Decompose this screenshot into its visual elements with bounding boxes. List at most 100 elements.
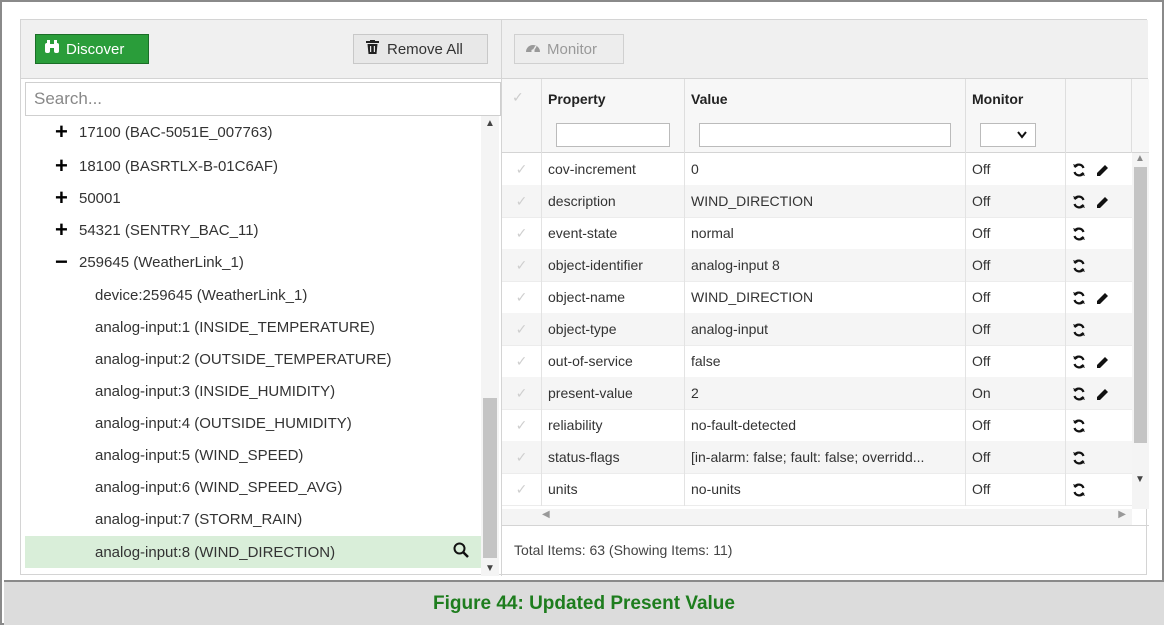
refresh-icon[interactable] xyxy=(1072,353,1086,370)
tree-object-item[interactable]: analog-input:1 (INSIDE_TEMPERATURE) xyxy=(25,311,481,343)
row-actions xyxy=(1066,345,1132,378)
monitor-cell: On xyxy=(966,377,1066,410)
monitor-button[interactable]: Monitor xyxy=(514,34,624,64)
scroll-up-icon[interactable]: ▲ xyxy=(1135,153,1145,164)
pencil-icon[interactable] xyxy=(1096,289,1109,306)
monitor-filter-select[interactable] xyxy=(980,123,1036,147)
table-row[interactable]: ✓ present-value 2 On xyxy=(502,377,1132,410)
row-check-icon[interactable]: ✓ xyxy=(502,313,542,346)
table-row[interactable]: ✓ status-flags [in-alarm: false; fault: fa… xyxy=(502,441,1132,474)
monitor-cell: Off xyxy=(966,217,1066,250)
scroll-down-icon[interactable]: ▼ xyxy=(485,563,495,574)
monitor-cell: Off xyxy=(966,185,1066,218)
discover-button[interactable]: Discover xyxy=(35,34,149,64)
scroll-up-icon[interactable]: ▲ xyxy=(485,118,495,129)
tree-object-item[interactable]: device:259645 (WeatherLink_1) xyxy=(25,279,481,311)
tree-object-item[interactable]: analog-input:6 (WIND_SPEED_AVG) xyxy=(25,471,481,503)
refresh-icon[interactable] xyxy=(1072,193,1086,210)
tree-object-item[interactable]: analog-input:2 (OUTSIDE_TEMPERATURE) xyxy=(25,343,481,375)
tree-device-item[interactable]: + 50001 xyxy=(25,182,481,214)
table-row[interactable]: ✓ event-state normal Off xyxy=(502,217,1132,250)
refresh-icon[interactable] xyxy=(1072,321,1086,338)
header-monitor-label: Monitor xyxy=(972,91,1024,107)
tree-object-item[interactable]: analog-input:5 (WIND_SPEED) xyxy=(25,439,481,471)
expand-plus-icon[interactable]: + xyxy=(55,155,75,177)
row-check-icon[interactable]: ✓ xyxy=(502,409,542,442)
device-toolbar: Discover Remove All xyxy=(21,20,501,79)
grid-vertical-scrollbar[interactable]: ▲ ▼ xyxy=(1132,153,1149,509)
tree-device-label: 50001 xyxy=(79,189,121,207)
value-cell: 2 xyxy=(685,377,966,410)
refresh-icon[interactable] xyxy=(1072,225,1086,242)
grid-footer: Total Items: 63 (Showing Items: 11) xyxy=(502,525,1149,576)
scroll-thumb[interactable] xyxy=(483,398,497,558)
refresh-icon[interactable] xyxy=(1072,161,1086,178)
row-check-icon[interactable]: ✓ xyxy=(502,249,542,282)
monitor-cell: Off xyxy=(966,441,1066,474)
refresh-icon[interactable] xyxy=(1072,289,1086,306)
table-row[interactable]: ✓ object-identifier analog-input 8 Off xyxy=(502,249,1132,282)
table-row[interactable]: ✓ object-name WIND_DIRECTION Off xyxy=(502,281,1132,314)
figure-frame: Discover Remove All + 17100 (BAC-5051E_0… xyxy=(0,0,1164,625)
scroll-right-icon[interactable]: ▶ xyxy=(1118,509,1126,520)
refresh-icon[interactable] xyxy=(1072,417,1086,434)
table-row[interactable]: ✓ units no-units Off xyxy=(502,473,1132,506)
header-check-column[interactable]: ✓ xyxy=(502,79,542,153)
scroll-thumb[interactable] xyxy=(1134,167,1147,443)
table-row[interactable]: ✓ reliability no-fault-detected Off xyxy=(502,409,1132,442)
row-actions xyxy=(1066,377,1132,410)
search-input[interactable] xyxy=(25,82,501,116)
pencil-icon[interactable] xyxy=(1096,385,1109,402)
property-toolbar: Monitor xyxy=(501,20,1148,79)
remove-all-button[interactable]: Remove All xyxy=(353,34,488,64)
tree-object-label: analog-input:8 (WIND_DIRECTION) xyxy=(95,543,336,561)
table-row[interactable]: ✓ description WIND_DIRECTION Off xyxy=(502,185,1132,218)
row-check-icon[interactable]: ✓ xyxy=(502,217,542,250)
tree-scrollbar[interactable]: ▲ ▼ xyxy=(481,116,499,576)
tree-device-item[interactable]: + 17100 (BAC-5051E_007763) xyxy=(25,116,481,148)
tree-object-item[interactable]: analog-input:3 (INSIDE_HUMIDITY) xyxy=(25,375,481,407)
table-row[interactable]: ✓ object-type analog-input Off xyxy=(502,313,1132,346)
expand-plus-icon[interactable]: + xyxy=(55,187,75,209)
row-check-icon[interactable]: ✓ xyxy=(502,377,542,410)
tree-device-item[interactable]: + 54321 (SENTRY_BAC_11) xyxy=(25,214,481,246)
pencil-icon[interactable] xyxy=(1096,193,1109,210)
scroll-left-icon[interactable]: ◀ xyxy=(542,509,550,520)
header-actions xyxy=(1066,79,1132,153)
refresh-icon[interactable] xyxy=(1072,257,1086,274)
tree-object-label: analog-input:2 (OUTSIDE_TEMPERATURE) xyxy=(95,350,392,368)
header-value-label: Value xyxy=(691,91,728,107)
tree-object-item-selected[interactable]: analog-input:8 (WIND_DIRECTION) xyxy=(25,536,481,568)
monitor-label: Monitor xyxy=(547,40,598,58)
row-check-icon[interactable]: ✓ xyxy=(502,473,542,506)
refresh-icon[interactable] xyxy=(1072,481,1086,498)
tree-object-item[interactable]: analog-input:7 (STORM_RAIN) xyxy=(25,503,481,535)
property-filter-input[interactable] xyxy=(556,123,670,147)
property-cell: object-identifier xyxy=(542,249,685,282)
tree-object-item[interactable]: analog-input:4 (OUTSIDE_HUMIDITY) xyxy=(25,407,481,439)
magnifier-icon[interactable] xyxy=(453,542,469,563)
trash-icon xyxy=(366,40,379,58)
scroll-down-icon[interactable]: ▼ xyxy=(1135,474,1145,485)
chevron-down-icon xyxy=(1017,128,1027,142)
grid-horizontal-scrollbar[interactable]: ◀ ▶ xyxy=(502,509,1132,525)
expand-plus-icon[interactable]: + xyxy=(55,219,75,241)
table-row[interactable]: ✓ out-of-service false Off xyxy=(502,345,1132,378)
refresh-icon[interactable] xyxy=(1072,385,1086,402)
value-filter-input[interactable] xyxy=(699,123,951,147)
property-cell: present-value xyxy=(542,377,685,410)
row-check-icon[interactable]: ✓ xyxy=(502,345,542,378)
row-check-icon[interactable]: ✓ xyxy=(502,153,542,186)
tree-device-item[interactable]: + 18100 (BASRTLX-B-01C6AF) xyxy=(25,150,481,182)
row-check-icon[interactable]: ✓ xyxy=(502,441,542,474)
table-row[interactable]: ✓ cov-increment 0 Off xyxy=(502,153,1132,186)
row-check-icon[interactable]: ✓ xyxy=(502,185,542,218)
expand-plus-icon[interactable]: + xyxy=(55,121,75,143)
collapse-minus-icon[interactable]: − xyxy=(55,251,75,273)
pencil-icon[interactable] xyxy=(1096,161,1109,178)
refresh-icon[interactable] xyxy=(1072,449,1086,466)
tree-device-item[interactable]: − 259645 (WeatherLink_1) xyxy=(25,246,481,278)
tree-object-label: analog-input:1 (INSIDE_TEMPERATURE) xyxy=(95,318,375,336)
row-check-icon[interactable]: ✓ xyxy=(502,281,542,314)
pencil-icon[interactable] xyxy=(1096,353,1109,370)
